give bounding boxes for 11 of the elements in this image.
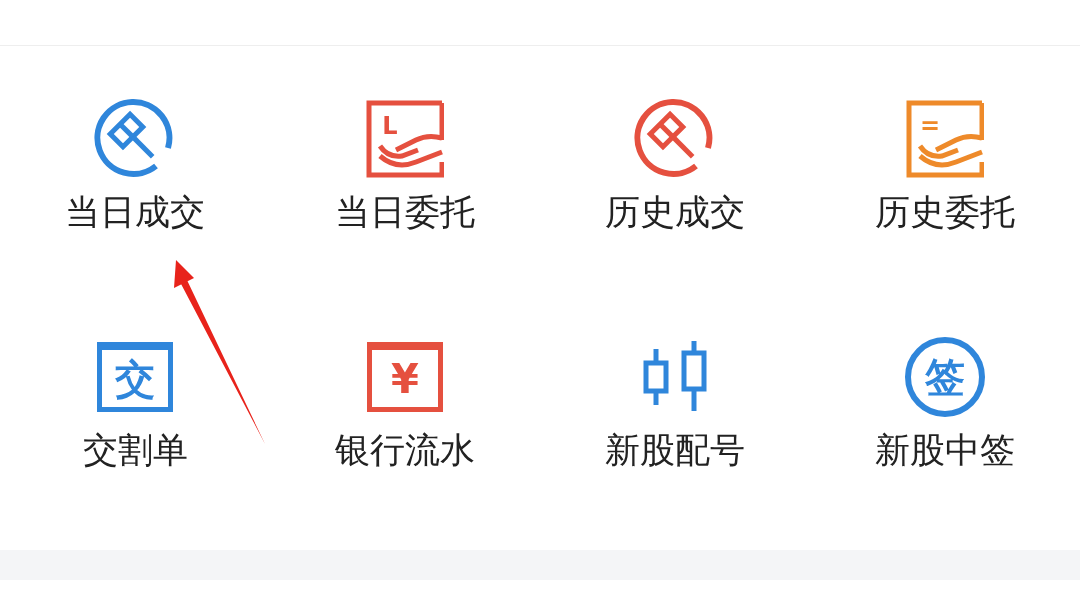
menu-label[interactable]: 当日成交	[65, 190, 205, 234]
menu-label[interactable]: 新股配号	[605, 428, 745, 472]
framed-glyph-icon: ¥	[367, 342, 443, 412]
menu-label[interactable]: 历史成交	[605, 190, 745, 234]
menu-label[interactable]: 历史委托	[875, 190, 1015, 234]
menu-label[interactable]: 当日委托	[335, 190, 475, 234]
framed-glyph-icon: 交	[97, 342, 173, 412]
menu-label[interactable]: 银行流水	[335, 428, 475, 472]
menu-label[interactable]: 交割单	[82, 428, 188, 472]
menu-label[interactable]: 新股中签	[875, 428, 1015, 472]
circle-glyph-icon: 签	[905, 337, 985, 417]
